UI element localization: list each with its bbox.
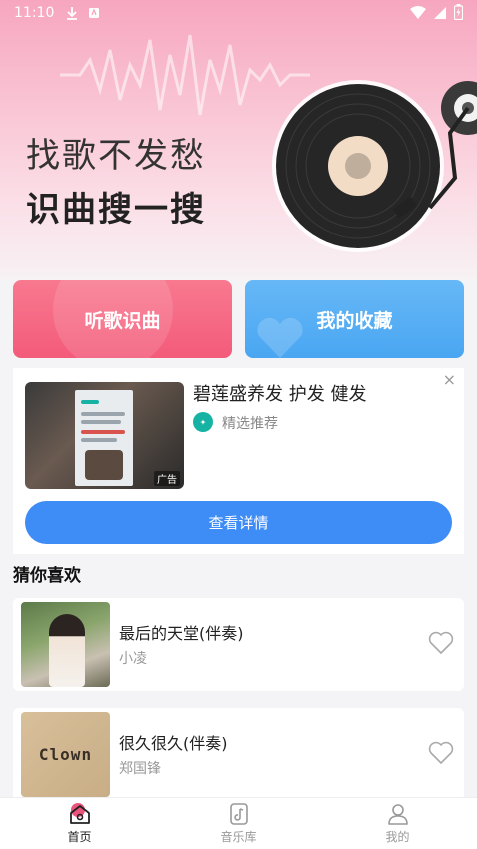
hero-slogan-line2: 识曲搜一搜	[26, 190, 206, 230]
music-library-icon	[229, 803, 248, 825]
song-item[interactable]: Clown 很久很久(伴奏) 郑国锋	[13, 708, 464, 801]
listen-identify-label: 听歌识曲	[84, 309, 161, 332]
heart-outline-icon[interactable]	[428, 631, 454, 655]
ad-view-details-button[interactable]: 查看详情	[25, 501, 452, 544]
ad-source-logo-icon: ✦	[193, 412, 213, 432]
nav-library-label: 音乐库	[220, 830, 257, 844]
my-favorites-button[interactable]: 我的收藏	[245, 280, 464, 358]
ad-phone-screen	[75, 390, 133, 486]
song-cover: Clown	[21, 712, 110, 797]
ad-thumbnail[interactable]: 广告	[25, 382, 184, 489]
ad-close-icon[interactable]: ×	[443, 370, 456, 389]
battery-icon	[453, 4, 464, 24]
nav-mine[interactable]: 我的	[318, 798, 477, 849]
heart-outline-icon[interactable]	[428, 741, 454, 765]
nav-home-label: 首页	[67, 830, 92, 844]
vinyl-record-icon	[272, 80, 477, 252]
heart-decor-icon	[257, 317, 303, 358]
status-time: 11:10	[14, 5, 55, 21]
wifi-icon	[410, 5, 426, 24]
bottom-nav: 首页 音乐库 我的	[0, 797, 477, 849]
hero-banner: 11:10 找歌不发愁 识曲搜一搜	[0, 0, 477, 280]
song-item[interactable]: 最后的天堂(伴奏) 小凌	[13, 598, 464, 691]
ad-title[interactable]: 碧莲盛养发 护发 健发	[193, 380, 366, 406]
song-title: 最后的天堂(伴奏)	[119, 624, 244, 643]
home-icon	[69, 803, 90, 824]
my-favorites-label: 我的收藏	[316, 309, 393, 332]
signal-icon	[434, 5, 446, 24]
song-cover	[21, 602, 110, 687]
section-title: 猜你喜欢	[13, 566, 81, 586]
status-right	[410, 4, 464, 24]
song-artist: 小凌	[119, 651, 147, 667]
nav-music-library[interactable]: 音乐库	[159, 798, 318, 849]
nav-mine-label: 我的	[385, 830, 410, 844]
nav-home[interactable]: 首页	[0, 798, 159, 849]
ad-source: 精选推荐	[222, 416, 278, 432]
download-icon	[66, 6, 78, 20]
listen-identify-button[interactable]: 听歌识曲	[13, 280, 232, 358]
ad-badge: 广告	[154, 471, 180, 486]
status-bar: 11:10	[0, 0, 477, 26]
song-artist: 郑国锋	[119, 761, 161, 777]
song-title: 很久很久(伴奏)	[119, 734, 228, 753]
notification-icon	[88, 7, 100, 19]
song-cover-text: Clown	[38, 745, 93, 764]
ad-card[interactable]: × 广告 碧莲盛养发 护发 健发 ✦ 精选推荐 查看详情	[13, 368, 464, 554]
hero-slogan-line1: 找歌不发愁	[26, 136, 206, 176]
user-icon	[387, 804, 408, 825]
